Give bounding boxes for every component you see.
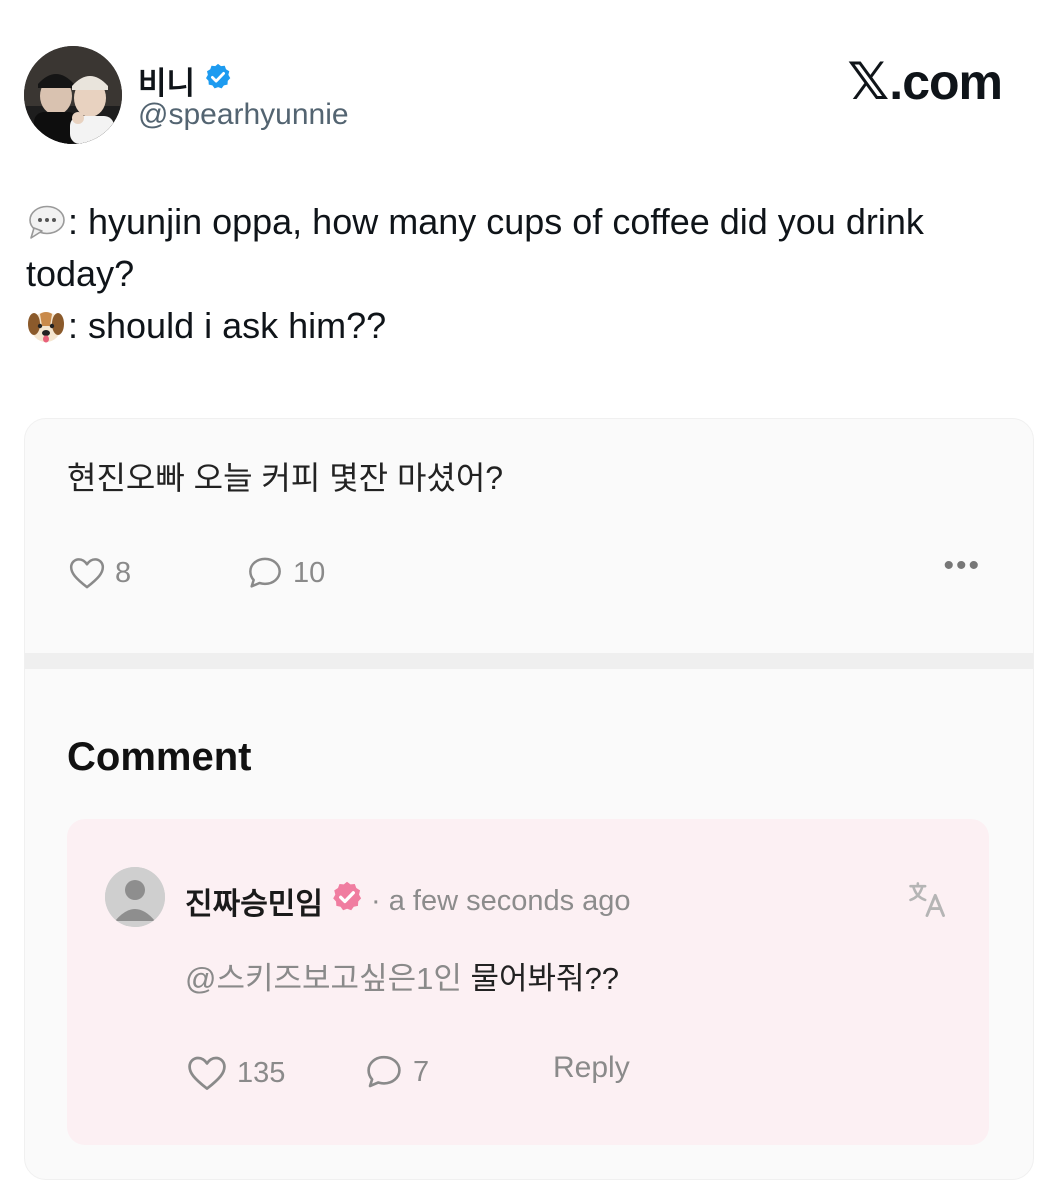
display-name-text: 비니 [138, 66, 196, 101]
pink-verified-badge-icon [329, 879, 365, 923]
comment-section-title: Comment [67, 735, 252, 779]
comment-reply-count: 7 [413, 1055, 430, 1088]
tweet-line-2: : should i ask him?? [26, 300, 1030, 352]
heart-icon [69, 558, 105, 589]
section-divider [25, 653, 1033, 669]
reply-button[interactable]: Reply [553, 1051, 630, 1085]
dog-face-icon [26, 306, 66, 346]
embedded-post-card: 현진오빠 오늘 커피 몇잔 마셨어? 8 10 ••• Comment 진짜승민… [24, 418, 1034, 1180]
comment-bubble-icon [249, 557, 281, 588]
more-options-icon[interactable]: ••• [943, 549, 981, 583]
site-logo-suffix: .com [889, 54, 1003, 110]
comment-button[interactable]: 10 [245, 553, 325, 593]
comment-body: 물어봐줘?? [461, 961, 620, 996]
tweet-line-1-text: : hyunjin oppa, how many cups of coffee … [26, 201, 924, 294]
site-logo: 𝕏 .com [847, 52, 1003, 112]
comment-reply-count-button[interactable]: 7 [363, 1051, 429, 1093]
user-handle[interactable]: @spearhyunnie [138, 98, 349, 132]
comment-count: 10 [293, 556, 326, 589]
comment-bubble-icon [367, 1055, 401, 1088]
commenter-name-row: 진짜승민임 · a few seconds ago [185, 879, 631, 923]
comment-like-count: 135 [237, 1056, 286, 1089]
translate-icon[interactable] [905, 877, 949, 926]
speech-bubble-icon [26, 202, 66, 242]
like-count: 8 [115, 556, 132, 589]
heart-icon [188, 1056, 226, 1090]
tweet-line-2-text: : should i ask him?? [68, 305, 387, 346]
commenter-name[interactable]: 진짜승민임 [185, 879, 323, 923]
like-button[interactable]: 8 [67, 553, 131, 593]
comment-text: @스키즈보고싶은1인 물어봐줘?? [185, 953, 619, 998]
comment-like-button[interactable]: 135 [185, 1051, 285, 1095]
profile-avatar[interactable] [24, 46, 122, 144]
comment-timestamp: · a few seconds ago [371, 884, 631, 917]
x-logo-icon: 𝕏 [847, 52, 889, 112]
commenter-avatar[interactable] [105, 867, 165, 927]
tweet-line-1: : hyunjin oppa, how many cups of coffee … [26, 196, 1030, 300]
verified-badge-icon [203, 62, 233, 100]
display-name[interactable]: 비니 [138, 58, 233, 103]
tweet-text: : hyunjin oppa, how many cups of coffee … [26, 196, 1030, 352]
post-text: 현진오빠 오늘 커피 몇잔 마셨어? [67, 460, 504, 496]
comment-mention[interactable]: @스키즈보고싶은1인 [185, 961, 462, 996]
comment-item: 진짜승민임 · a few seconds ago @스키즈보고싶은1인 물어봐… [67, 819, 989, 1145]
